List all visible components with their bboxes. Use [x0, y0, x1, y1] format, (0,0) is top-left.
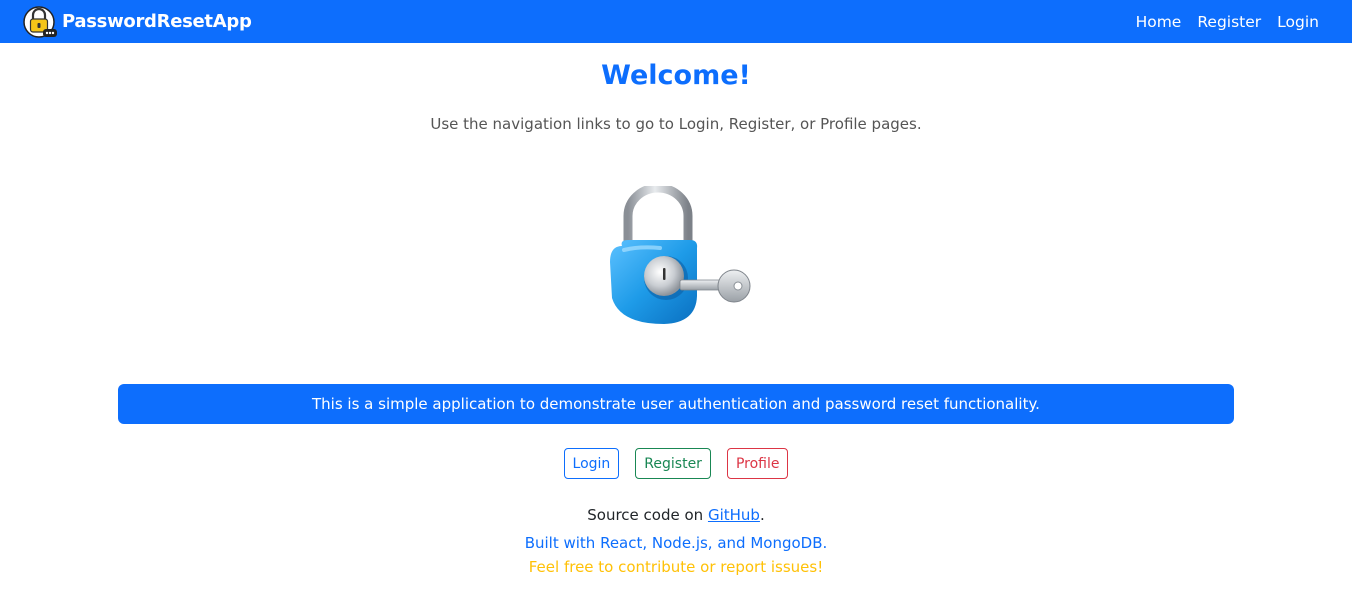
contribute-text: Feel free to contribute or report issues…	[528, 558, 824, 576]
source-code-line: Source code on GitHub.	[0, 506, 1352, 524]
page-subtitle: Use the navigation links to go to Login,…	[430, 115, 922, 133]
unlocked-padlock-key-icon	[610, 186, 751, 324]
built-with-text: Built with React, Node.js, and MongoDB.	[524, 534, 828, 552]
info-alert: This is a simple application to demonstr…	[118, 384, 1234, 424]
profile-button[interactable]: Profile	[726, 448, 789, 479]
action-buttons: Login Register Profile	[0, 448, 1352, 479]
nav-link-login[interactable]: Login	[1277, 13, 1319, 31]
github-link[interactable]: GitHub	[708, 506, 760, 524]
brand-link[interactable]: PasswordResetApp	[22, 3, 252, 40]
login-button[interactable]: Login	[563, 448, 620, 479]
nav-link-register[interactable]: Register	[1197, 13, 1261, 31]
padlock-chat-logo-icon	[23, 5, 57, 38]
nav-link-home[interactable]: Home	[1136, 13, 1182, 31]
navbar: PasswordResetApp Home Register Login	[0, 0, 1352, 43]
source-prefix: Source code on	[587, 506, 708, 524]
register-button[interactable]: Register	[635, 448, 711, 479]
page-title: Welcome!	[601, 60, 751, 91]
brand-name: PasswordResetApp	[62, 11, 252, 32]
nav-links: Home Register Login	[1120, 0, 1319, 43]
source-suffix: .	[759, 506, 765, 524]
